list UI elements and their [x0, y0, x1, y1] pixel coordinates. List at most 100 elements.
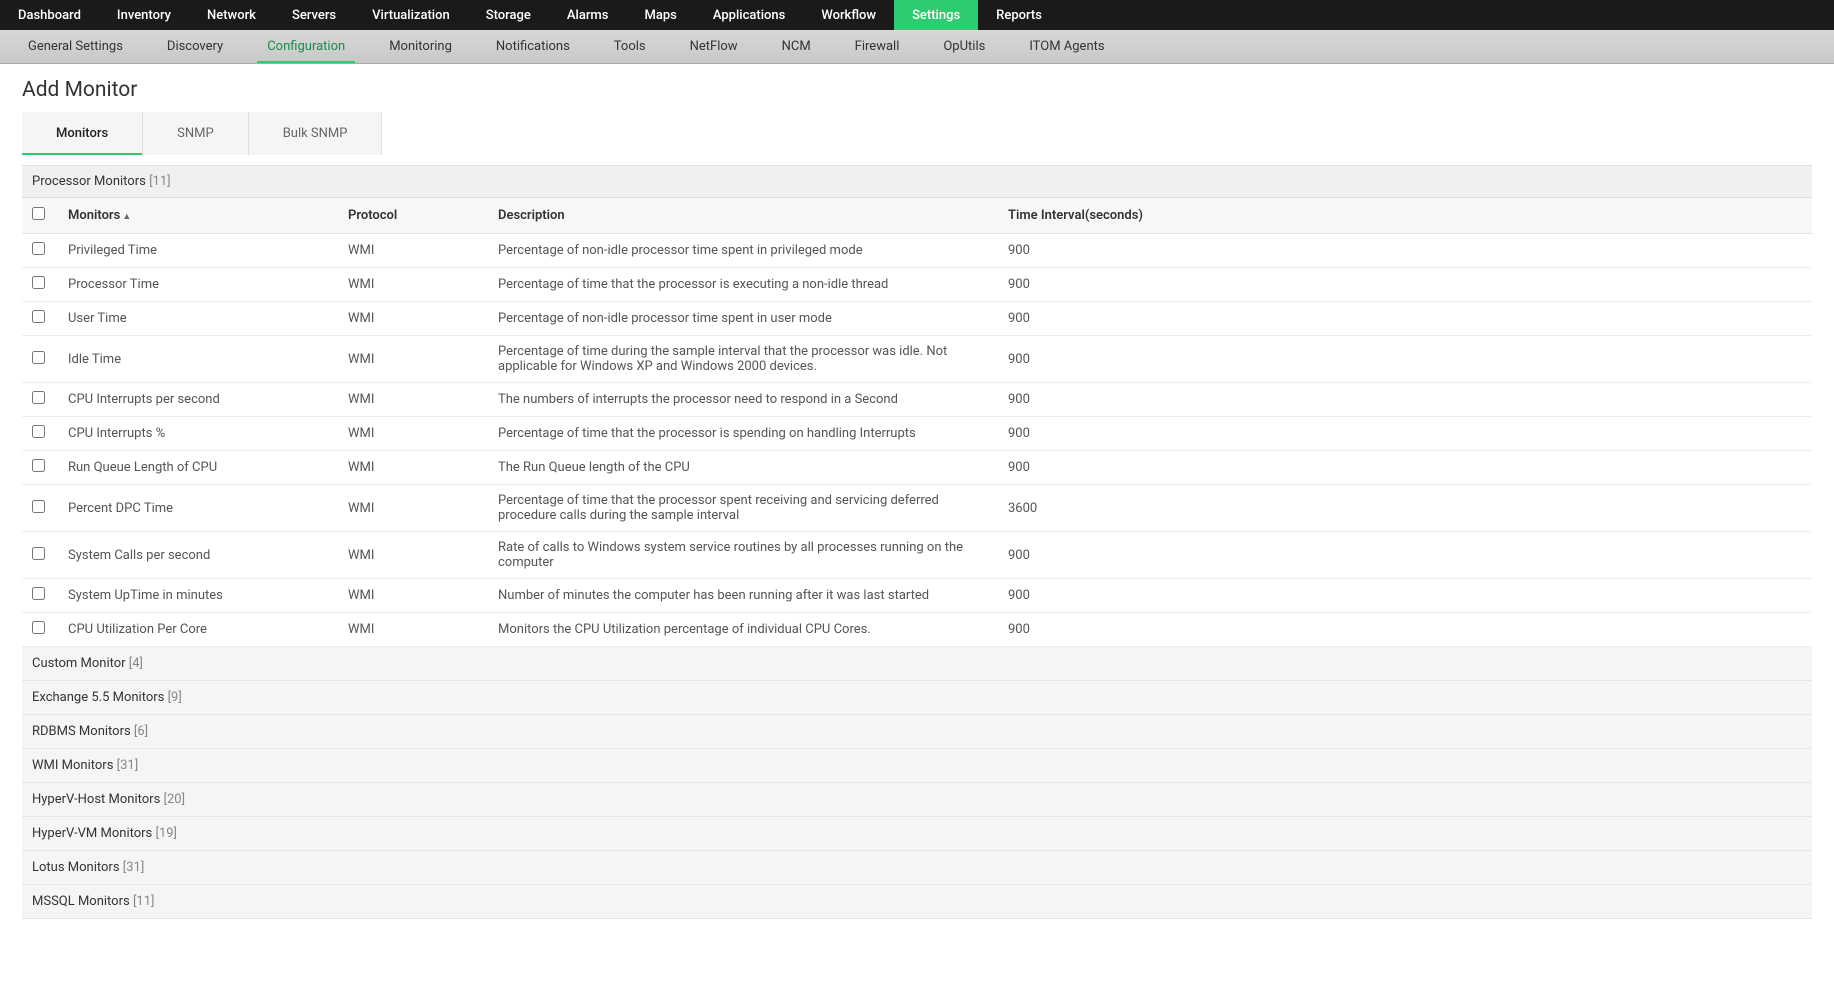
row-interval: 900 [998, 383, 1812, 417]
table-row: CPU Interrupts per secondWMIThe numbers … [22, 383, 1812, 417]
section-header-mssql-monitors[interactable]: MSSQL Monitors [11] [22, 885, 1812, 919]
col-header-protocol-label: Protocol [348, 208, 397, 223]
col-header-interval[interactable]: Time Interval(seconds) [998, 198, 1812, 234]
table-body: Privileged TimeWMIPercentage of non-idle… [22, 234, 1812, 647]
top-nav-dashboard[interactable]: Dashboard [0, 0, 99, 30]
tab-monitors[interactable]: Monitors [22, 112, 143, 155]
monitors-table: Monitors▲ Protocol Description Time Inte… [22, 198, 1812, 647]
top-nav-maps[interactable]: Maps [626, 0, 694, 30]
top-nav-virtualization[interactable]: Virtualization [354, 0, 468, 30]
row-interval: 900 [998, 579, 1812, 613]
col-header-interval-label: Time Interval(seconds) [1008, 208, 1143, 223]
row-check-cell [22, 383, 58, 417]
row-checkbox[interactable] [32, 587, 45, 600]
sub-nav-oputils[interactable]: OpUtils [921, 30, 1007, 63]
section-header-lotus-monitors[interactable]: Lotus Monitors [31] [22, 851, 1812, 885]
top-nav: DashboardInventoryNetworkServersVirtuali… [0, 0, 1834, 30]
row-description: Percentage of non-idle processor time sp… [488, 302, 998, 336]
row-checkbox[interactable] [32, 310, 45, 323]
section-header-processor[interactable]: Processor Monitors [11] [22, 165, 1812, 198]
row-interval: 3600 [998, 485, 1812, 532]
row-protocol: WMI [338, 234, 488, 268]
top-nav-storage[interactable]: Storage [468, 0, 549, 30]
row-interval: 900 [998, 234, 1812, 268]
row-checkbox[interactable] [32, 276, 45, 289]
row-check-cell [22, 451, 58, 485]
top-nav-network[interactable]: Network [189, 0, 274, 30]
row-checkbox[interactable] [32, 242, 45, 255]
sub-nav-tools[interactable]: Tools [592, 30, 668, 63]
row-description: Percentage of time during the sample int… [488, 336, 998, 383]
section-name: Processor Monitors [32, 174, 146, 189]
table-row: Run Queue Length of CPUWMIThe Run Queue … [22, 451, 1812, 485]
section-header-custom-monitor[interactable]: Custom Monitor [4] [22, 647, 1812, 681]
row-interval: 900 [998, 417, 1812, 451]
page-content: Add Monitor MonitorsSNMPBulk SNMP Proces… [0, 64, 1834, 919]
row-check-cell [22, 234, 58, 268]
row-checkbox[interactable] [32, 425, 45, 438]
row-protocol: WMI [338, 485, 488, 532]
top-nav-inventory[interactable]: Inventory [99, 0, 189, 30]
row-description: The Run Queue length of the CPU [488, 451, 998, 485]
section-count: [9] [168, 690, 182, 705]
section-header-wmi-monitors[interactable]: WMI Monitors [31] [22, 749, 1812, 783]
col-header-description[interactable]: Description [488, 198, 998, 234]
tabs: MonitorsSNMPBulk SNMP [22, 112, 382, 155]
section-count: [6] [134, 724, 148, 739]
section-header-hyperv-host-monitors[interactable]: HyperV-Host Monitors [20] [22, 783, 1812, 817]
col-header-protocol[interactable]: Protocol [338, 198, 488, 234]
sub-nav-notifications[interactable]: Notifications [474, 30, 592, 63]
table-row: Processor TimeWMIPercentage of time that… [22, 268, 1812, 302]
sub-nav-ncm[interactable]: NCM [760, 30, 833, 63]
row-monitor-name: CPU Interrupts per second [58, 383, 338, 417]
row-protocol: WMI [338, 383, 488, 417]
row-protocol: WMI [338, 532, 488, 579]
row-check-cell [22, 268, 58, 302]
table-row: System UpTime in minutesWMINumber of min… [22, 579, 1812, 613]
row-checkbox[interactable] [32, 351, 45, 364]
col-header-monitors-label: Monitors [68, 208, 120, 223]
top-nav-applications[interactable]: Applications [695, 0, 804, 30]
page-title: Add Monitor [22, 78, 1812, 102]
section-header-exchange-5-5-monitors[interactable]: Exchange 5.5 Monitors [9] [22, 681, 1812, 715]
select-all-checkbox[interactable] [32, 207, 45, 220]
sub-nav-configuration[interactable]: Configuration [245, 30, 367, 63]
row-checkbox[interactable] [32, 547, 45, 560]
section-header-rdbms-monitors[interactable]: RDBMS Monitors [6] [22, 715, 1812, 749]
row-checkbox[interactable] [32, 391, 45, 404]
row-protocol: WMI [338, 268, 488, 302]
sub-nav-monitoring[interactable]: Monitoring [367, 30, 474, 63]
row-protocol: WMI [338, 613, 488, 647]
sub-nav-discovery[interactable]: Discovery [145, 30, 245, 63]
row-interval: 900 [998, 302, 1812, 336]
table-row: CPU Interrupts %WMIPercentage of time th… [22, 417, 1812, 451]
row-checkbox[interactable] [32, 500, 45, 513]
row-interval: 900 [998, 613, 1812, 647]
sub-nav-firewall[interactable]: Firewall [833, 30, 922, 63]
col-header-monitors[interactable]: Monitors▲ [58, 198, 338, 234]
tab-snmp[interactable]: SNMP [143, 112, 249, 155]
row-description: The numbers of interrupts the processor … [488, 383, 998, 417]
section-count: [20] [164, 792, 186, 807]
table-row: CPU Utilization Per CoreWMIMonitors the … [22, 613, 1812, 647]
sub-nav-netflow[interactable]: NetFlow [668, 30, 760, 63]
section-header-hyperv-vm-monitors[interactable]: HyperV-VM Monitors [19] [22, 817, 1812, 851]
section-name: Custom Monitor [32, 656, 129, 671]
sub-nav-general-settings[interactable]: General Settings [6, 30, 145, 63]
sub-nav-itom-agents[interactable]: ITOM Agents [1007, 30, 1126, 63]
row-monitor-name: System Calls per second [58, 532, 338, 579]
section-count: [19] [156, 826, 178, 841]
top-nav-servers[interactable]: Servers [274, 0, 354, 30]
row-checkbox[interactable] [32, 621, 45, 634]
table-row: Idle TimeWMIPercentage of time during th… [22, 336, 1812, 383]
row-protocol: WMI [338, 336, 488, 383]
row-checkbox[interactable] [32, 459, 45, 472]
top-nav-reports[interactable]: Reports [978, 0, 1060, 30]
top-nav-settings[interactable]: Settings [894, 0, 978, 30]
table-wrap: Monitors▲ Protocol Description Time Inte… [22, 198, 1812, 647]
row-check-cell [22, 579, 58, 613]
sub-nav: General SettingsDiscoveryConfigurationMo… [0, 30, 1834, 64]
top-nav-workflow[interactable]: Workflow [803, 0, 894, 30]
top-nav-alarms[interactable]: Alarms [549, 0, 627, 30]
tab-bulk-snmp[interactable]: Bulk SNMP [249, 112, 383, 155]
